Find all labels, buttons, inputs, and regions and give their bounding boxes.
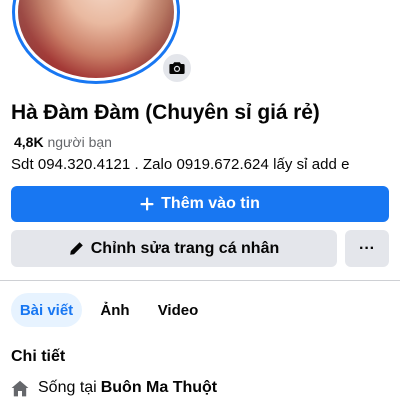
edit-profile-button[interactable]: Chỉnh sửa trang cá nhân bbox=[11, 230, 337, 267]
profile-bio: Sdt 094.320.4121 . Zalo 0919.672.624 lấy… bbox=[11, 156, 350, 173]
tab-photos-label: Ảnh bbox=[100, 301, 130, 319]
tab-photos[interactable]: Ảnh bbox=[92, 293, 138, 327]
change-photo-button[interactable] bbox=[160, 51, 194, 85]
section-divider bbox=[0, 280, 400, 281]
plus-icon bbox=[140, 197, 154, 211]
tab-video[interactable]: Video bbox=[150, 293, 206, 327]
details-title: Chi tiết bbox=[11, 348, 66, 365]
lives-in-detail: Sống tại Buôn Ma Thuột bbox=[11, 379, 217, 397]
lives-in-prefix: Sống tại bbox=[38, 379, 97, 396]
friends-label: người bạn bbox=[47, 134, 112, 150]
camera-icon bbox=[169, 61, 185, 75]
more-options-button[interactable]: ··· bbox=[345, 230, 389, 267]
tab-posts-label: Bài viết bbox=[19, 301, 74, 319]
pencil-icon bbox=[69, 241, 84, 256]
edit-profile-label: Chỉnh sửa trang cá nhân bbox=[90, 239, 280, 257]
lives-in-city[interactable]: Buôn Ma Thuột bbox=[101, 379, 217, 397]
friends-count-line[interactable]: 4,8K người bạn bbox=[14, 134, 112, 150]
friends-count: 4,8K bbox=[14, 134, 44, 150]
tab-posts[interactable]: Bài viết bbox=[11, 293, 82, 327]
add-to-story-button[interactable]: Thêm vào tin bbox=[11, 186, 389, 222]
more-icon: ··· bbox=[359, 239, 375, 257]
profile-photo bbox=[18, 0, 174, 78]
add-to-story-label: Thêm vào tin bbox=[161, 195, 260, 212]
profile-picture[interactable] bbox=[12, 0, 180, 84]
tab-video-label: Video bbox=[157, 301, 199, 319]
home-icon bbox=[11, 380, 29, 397]
profile-picture-container bbox=[12, 0, 194, 88]
profile-name: Hà Đàm Đàm (Chuyên sỉ giá rẻ) bbox=[11, 101, 320, 124]
